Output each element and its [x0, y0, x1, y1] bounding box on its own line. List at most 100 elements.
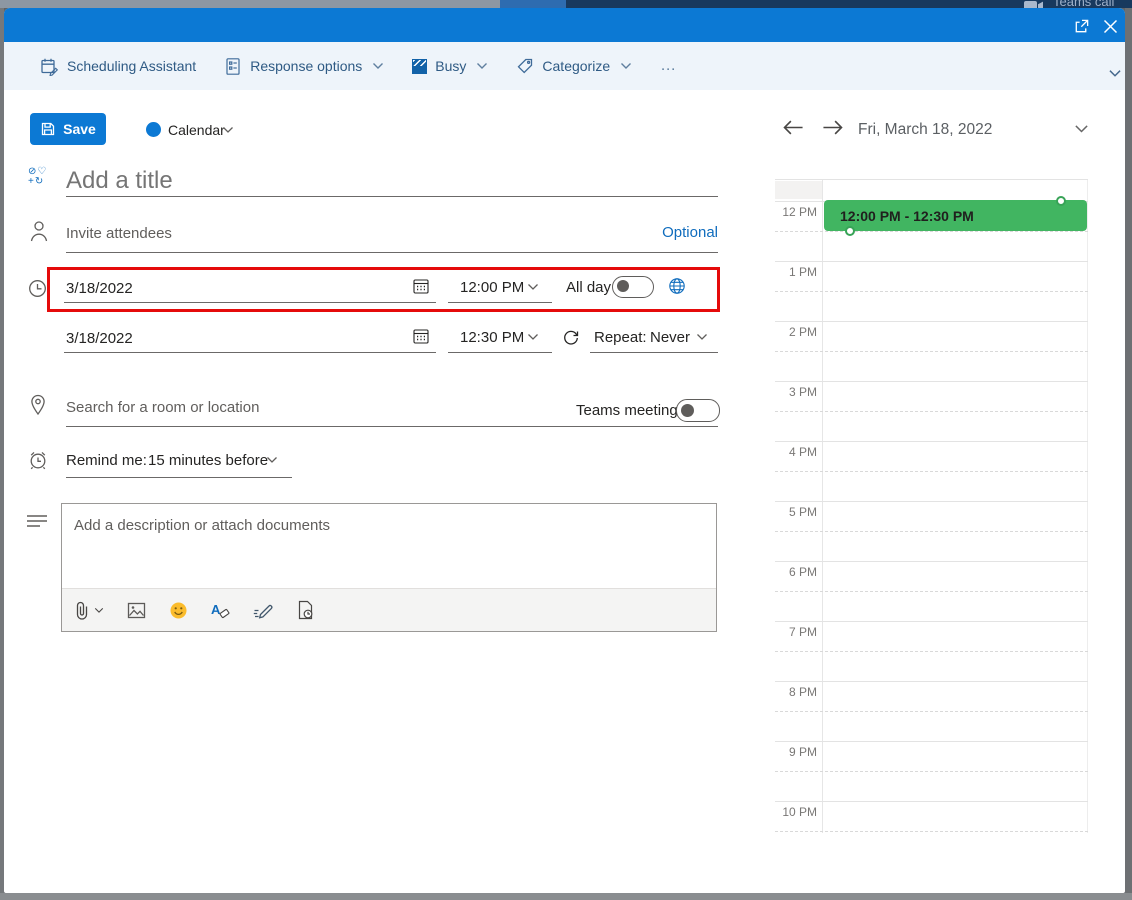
- end-time-chevron-icon[interactable]: [527, 333, 539, 341]
- location-underline: [66, 426, 718, 427]
- dialog-titlebar: [4, 8, 1125, 42]
- busy-icon: [412, 58, 428, 74]
- repeat-chevron-icon[interactable]: [696, 333, 708, 341]
- optional-attendees-link[interactable]: Optional: [650, 224, 718, 241]
- insert-image-icon[interactable]: [127, 602, 146, 619]
- hour-line: [775, 381, 1088, 382]
- hour-line: [775, 801, 1088, 802]
- repeat-underline: [590, 352, 718, 353]
- event-icon-picker-icon[interactable]: ⊘♡ +↻: [28, 167, 47, 187]
- more-options-button[interactable]: …: [660, 57, 677, 75]
- end-date-underline: [64, 352, 436, 353]
- start-date-underline: [64, 302, 436, 303]
- emoji-icon[interactable]: [169, 601, 188, 620]
- end-date-input[interactable]: [66, 328, 396, 348]
- response-options-button[interactable]: Response options: [224, 57, 384, 76]
- save-button[interactable]: Save: [30, 113, 106, 145]
- calendar-selector[interactable]: Calendar: [168, 122, 225, 138]
- attendees-input[interactable]: [66, 222, 486, 244]
- gutter-divider: [822, 180, 823, 833]
- calendar-selector-chevron-icon[interactable]: [222, 126, 234, 134]
- gutter-scroll-shade: [775, 181, 822, 199]
- half-hour-line: [775, 471, 1088, 472]
- dialog-toolbar: Scheduling Assistant Response options Bu…: [4, 42, 1125, 90]
- scheduling-assistant-icon: [40, 57, 59, 76]
- busy-status-button[interactable]: Busy: [412, 58, 488, 74]
- description-box: A: [61, 503, 717, 632]
- start-time-dropdown[interactable]: 12:00 PM: [460, 279, 524, 296]
- duration-sync-icon: [562, 329, 580, 347]
- event-resize-handle-bottom[interactable]: [845, 226, 855, 236]
- remind-label: Remind me:: [66, 452, 147, 469]
- camera-icon: [1024, 0, 1044, 8]
- remind-dropdown[interactable]: 15 minutes before: [148, 452, 268, 469]
- reminder-alarm-icon: [27, 449, 49, 471]
- end-time-dropdown[interactable]: 12:30 PM: [460, 329, 524, 346]
- description-toolbar: A: [62, 588, 716, 631]
- start-time-chevron-icon[interactable]: [527, 283, 539, 291]
- repeat-dropdown[interactable]: Never: [650, 329, 690, 346]
- event-resize-handle-top[interactable]: [1056, 196, 1066, 206]
- popout-icon[interactable]: [1070, 15, 1092, 37]
- close-icon[interactable]: [1099, 15, 1121, 37]
- scheduling-assistant-label: Scheduling Assistant: [67, 58, 197, 74]
- end-time-underline: [448, 352, 552, 353]
- hour-label: 7 PM: [788, 625, 817, 639]
- calendar-event[interactable]: 12:00 PM - 12:30 PM: [824, 200, 1087, 231]
- description-lines-icon: [26, 514, 48, 528]
- categorize-icon: [516, 57, 534, 75]
- half-hour-line: [775, 231, 1088, 232]
- screen: Teams call Scheduling Assistant Response…: [0, 0, 1132, 900]
- hour-line: [775, 741, 1088, 742]
- half-hour-line: [775, 411, 1088, 412]
- hour-label: 3 PM: [788, 385, 817, 399]
- all-day-toggle[interactable]: [612, 276, 654, 298]
- response-options-icon: [224, 57, 242, 76]
- calendar-color-dot: [146, 122, 161, 137]
- hour-label: 9 PM: [788, 745, 817, 759]
- end-date-calendar-icon[interactable]: [412, 327, 430, 345]
- hour-label: 12 PM: [782, 205, 817, 219]
- attendees-underline: [66, 252, 718, 253]
- hour-label: 6 PM: [788, 565, 817, 579]
- hour-label: 8 PM: [788, 685, 817, 699]
- half-hour-line: [775, 711, 1088, 712]
- half-hour-line: [775, 351, 1088, 352]
- next-day-arrow-icon[interactable]: [822, 119, 844, 136]
- start-date-calendar-icon[interactable]: [412, 277, 430, 295]
- draw-pen-icon[interactable]: [253, 602, 274, 619]
- schedule-send-doc-icon[interactable]: [297, 600, 314, 620]
- half-hour-line: [775, 531, 1088, 532]
- scheduling-assistant-button[interactable]: Scheduling Assistant: [40, 57, 196, 76]
- hour-line: [775, 681, 1088, 682]
- grid-right-border: [1087, 180, 1088, 833]
- location-input[interactable]: [66, 397, 466, 417]
- repeat-label: Repeat:: [594, 329, 647, 346]
- time-clock-icon: [28, 279, 47, 298]
- description-input[interactable]: [74, 514, 634, 536]
- start-time-underline: [448, 302, 552, 303]
- chevron-down-icon: [620, 62, 632, 70]
- timezone-globe-icon[interactable]: [668, 277, 686, 295]
- toolbar-collapse-chevron-icon[interactable]: [1108, 69, 1122, 78]
- half-hour-line: [775, 591, 1088, 592]
- location-pin-icon: [29, 394, 47, 416]
- chevron-down-icon: [372, 62, 384, 70]
- attach-paperclip-icon[interactable]: [75, 601, 104, 620]
- categorize-label: Categorize: [542, 58, 611, 74]
- calendar-event-label: 12:00 PM - 12:30 PM: [840, 207, 974, 224]
- remind-underline: [66, 477, 292, 478]
- teams-meeting-toggle[interactable]: [676, 399, 720, 422]
- preview-date-chevron-icon[interactable]: [1074, 124, 1089, 134]
- title-input[interactable]: [66, 166, 626, 196]
- save-label: Save: [63, 121, 96, 137]
- start-date-input[interactable]: [66, 278, 396, 298]
- hour-label: 1 PM: [788, 265, 817, 279]
- clear-formatting-icon[interactable]: A: [211, 601, 230, 619]
- previous-day-arrow-icon[interactable]: [782, 119, 804, 136]
- remind-chevron-icon[interactable]: [266, 456, 278, 464]
- categorize-button[interactable]: Categorize: [516, 57, 632, 75]
- hour-label: 10 PM: [782, 805, 817, 819]
- window-frame-bottom: [0, 893, 1132, 900]
- save-icon: [40, 121, 56, 137]
